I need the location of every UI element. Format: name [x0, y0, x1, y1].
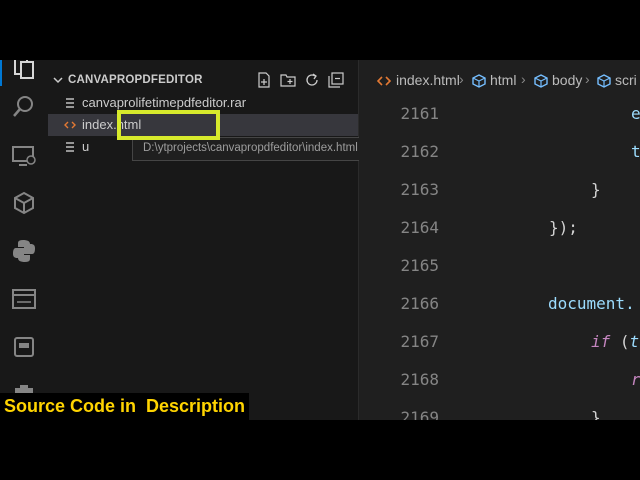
- line-number: 2161: [400, 104, 439, 123]
- code-line[interactable]: 2163 }: [359, 172, 640, 210]
- line-number: 2168: [400, 370, 439, 389]
- archive-file-icon: [66, 98, 74, 108]
- code-line[interactable]: 2166 document.: [359, 286, 640, 324]
- browser-preview-icon[interactable]: [11, 286, 37, 312]
- activity-bar: [0, 60, 48, 420]
- vscode-window: CANVAPROPDFEDITOR canvaprolifetimepdfedi…: [0, 60, 640, 420]
- highlight-box: [117, 110, 220, 140]
- code-line[interactable]: 2169 }: [359, 400, 640, 420]
- code-line[interactable]: 2167 if (t: [359, 324, 640, 362]
- breadcrumb-file[interactable]: index.html: [396, 72, 460, 88]
- line-number: 2163: [400, 180, 439, 199]
- code-text: r: [631, 370, 640, 389]
- symbol-element-icon: [597, 74, 611, 88]
- code-line[interactable]: 2161 e: [359, 96, 640, 134]
- keyword: if: [591, 332, 611, 351]
- code-text: }: [591, 180, 601, 199]
- explorer-icon[interactable]: [11, 60, 37, 80]
- code-line[interactable]: 2164 });: [359, 210, 640, 248]
- explorer-sidebar: CANVAPROPDFEDITOR canvaprolifetimepdfedi…: [48, 60, 380, 420]
- code-text: e: [631, 104, 640, 123]
- breadcrumb-separator: ›: [585, 71, 590, 87]
- editor-pane: index.html › html › body › scri 2161 e 2…: [359, 60, 640, 420]
- search-icon[interactable]: [11, 93, 37, 119]
- breadcrumb: index.html › html › body › scri: [359, 70, 640, 92]
- breadcrumb-html[interactable]: html: [490, 72, 516, 88]
- code-line[interactable]: 2162 t: [359, 134, 640, 172]
- file-name: u: [82, 139, 90, 154]
- panel-icon[interactable]: [11, 334, 37, 360]
- code-text: t: [631, 142, 640, 161]
- html-file-icon: [377, 76, 391, 86]
- line-number: 2165: [400, 256, 439, 275]
- remote-explorer-icon[interactable]: [11, 143, 37, 169]
- symbol-element-icon: [472, 74, 486, 88]
- line-number: 2164: [400, 218, 439, 237]
- tooltip-text: D:\ytprojects\canvapropdfeditor\index.ht…: [143, 142, 358, 154]
- line-number: 2167: [400, 332, 439, 351]
- breadcrumb-body[interactable]: body: [552, 72, 582, 88]
- html-file-icon: [64, 121, 76, 129]
- new-file-icon[interactable]: [256, 72, 272, 88]
- breadcrumb-script[interactable]: scri: [615, 72, 637, 88]
- code-text: document.: [548, 294, 635, 313]
- code-text: });: [549, 218, 578, 237]
- symbol-element-icon: [534, 74, 548, 88]
- file-icon: [66, 142, 74, 152]
- python-icon[interactable]: [11, 238, 37, 264]
- line-number: 2166: [400, 294, 439, 313]
- breadcrumb-separator: ›: [521, 71, 526, 87]
- letterbox-top: [0, 0, 640, 60]
- new-folder-icon[interactable]: [280, 72, 296, 88]
- path-tooltip: D:\ytprojects\canvapropdfeditor\index.ht…: [132, 137, 380, 161]
- extensions-icon[interactable]: [11, 190, 37, 216]
- line-number: 2169: [400, 408, 439, 420]
- breadcrumb-separator: ›: [459, 71, 464, 87]
- active-indicator: [0, 60, 2, 86]
- code-text: }: [591, 408, 601, 420]
- code-line[interactable]: 2168 r: [359, 362, 640, 400]
- code-text: if (t: [591, 332, 639, 351]
- collapse-all-icon[interactable]: [328, 72, 344, 88]
- identifier: t: [629, 332, 640, 351]
- explorer-folder-title: CANVAPROPDFEDITOR: [68, 74, 203, 86]
- punctuation: (: [610, 332, 630, 351]
- line-number: 2162: [400, 142, 439, 161]
- video-caption: Source Code in Description: [0, 393, 250, 420]
- code-line[interactable]: 2165: [359, 248, 640, 286]
- refresh-icon[interactable]: [304, 72, 320, 88]
- letterbox-bottom: [0, 420, 640, 480]
- file-name: canvaprolifetimepdfeditor.rar: [82, 95, 247, 110]
- chevron-down-icon[interactable]: [53, 75, 63, 85]
- explorer-header[interactable]: CANVAPROPDFEDITOR: [48, 68, 358, 94]
